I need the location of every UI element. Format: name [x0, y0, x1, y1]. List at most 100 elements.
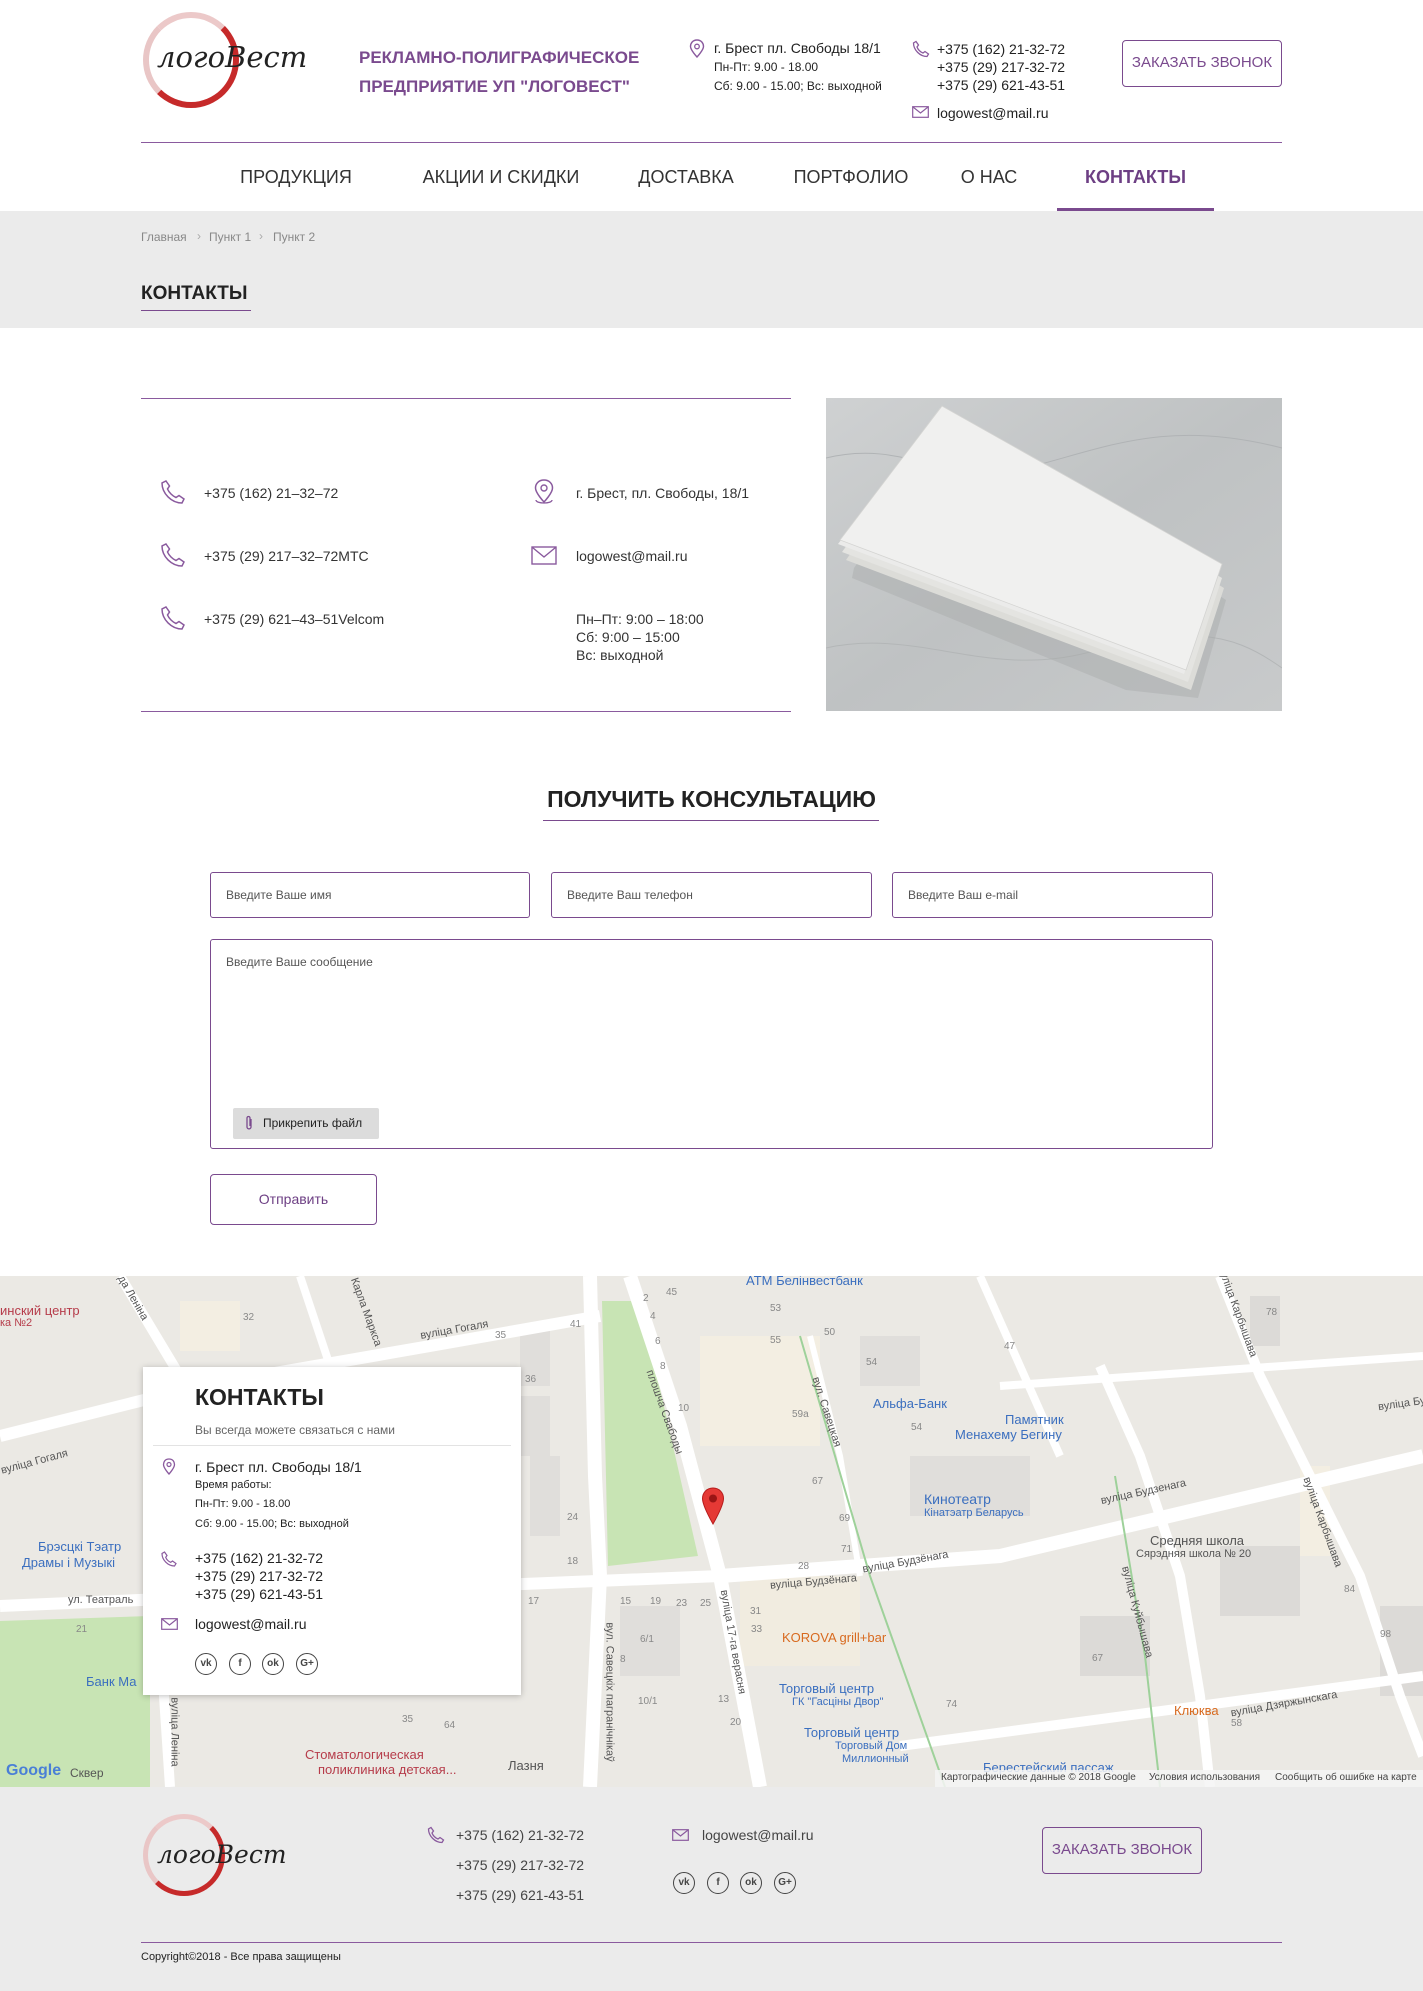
- contact-hours-sunday: Вс: выходной: [576, 647, 664, 663]
- house-number: 84: [1344, 1584, 1356, 1595]
- map-card-phone-2[interactable]: +375 (29) 217-32-72: [195, 1568, 323, 1584]
- page-title-underline: [141, 310, 251, 311]
- phone-input[interactable]: [551, 872, 872, 918]
- map-card-phone-3[interactable]: +375 (29) 621-43-51: [195, 1586, 323, 1602]
- map-label-centre-2: ка №2: [0, 1317, 33, 1329]
- name-input[interactable]: [210, 872, 530, 918]
- map-label-theatre-2: Драмы і Музыкі: [22, 1555, 116, 1570]
- map-card-hours-weekend: Сб: 9.00 - 15.00; Вс: выходной: [195, 1518, 349, 1530]
- house-number: 19: [650, 1596, 662, 1607]
- contact-phone-1[interactable]: +375 (162) 21–32–72: [204, 484, 338, 502]
- map-attribution: Картографические данные © 2018 Google: [941, 1772, 1136, 1783]
- attach-file-button[interactable]: Прикрепить файл: [233, 1108, 379, 1139]
- house-number: 50: [824, 1327, 836, 1338]
- site-header: логоВест РЕКЛАМНО-ПОЛИГРАФИЧЕСКОЕ ПРЕДПР…: [0, 0, 1423, 211]
- house-number: 54: [911, 1422, 923, 1433]
- contact-hours-weekdays: Пн–Пт: 9:00 – 18:00: [576, 611, 704, 627]
- phone-icon: [161, 1551, 177, 1567]
- phone-icon: [912, 40, 930, 58]
- map-card-title: КОНТАКТЫ: [195, 1384, 324, 1410]
- google-plus-icon[interactable]: G+: [296, 1653, 318, 1675]
- footer-phone-1[interactable]: +375 (162) 21-32-72: [456, 1827, 584, 1843]
- footer-divider: [141, 1942, 1282, 1943]
- facebook-icon[interactable]: f: [229, 1653, 251, 1675]
- house-number: 36: [525, 1374, 537, 1385]
- house-number: 4: [650, 1311, 656, 1322]
- footer-phone-3[interactable]: +375 (29) 621-43-51: [456, 1887, 584, 1903]
- header-phone-3[interactable]: +375 (29) 621-43-51: [937, 76, 1065, 94]
- map-label-mall-2c: Миллионный: [842, 1753, 909, 1765]
- header-email[interactable]: logowest@mail.ru: [937, 104, 1048, 122]
- house-number: 54: [866, 1357, 878, 1368]
- map-card-hours-label: Время работы:: [195, 1479, 272, 1491]
- map-terms-link[interactable]: Условия использования: [1149, 1772, 1260, 1783]
- house-number: 6: [655, 1336, 661, 1347]
- house-number: 67: [812, 1476, 824, 1487]
- consultation-title: ПОЛУЧИТЬ КОНСУЛЬТАЦИЮ: [547, 786, 876, 812]
- house-number: 24: [567, 1512, 579, 1523]
- page-title: КОНТАКТЫ: [141, 283, 248, 304]
- business-cards-photo: [826, 398, 1282, 711]
- nav-item-about[interactable]: О НАС: [949, 143, 1029, 211]
- phone-icon: [160, 542, 186, 568]
- logo[interactable]: логоВест: [141, 10, 307, 110]
- phone-icon: [427, 1826, 445, 1844]
- contact-hours-saturday: Сб: 9:00 – 15:00: [576, 629, 680, 645]
- house-number: 25: [700, 1598, 712, 1609]
- facebook-icon[interactable]: f: [707, 1872, 729, 1894]
- map-street-pogran: вул. Савецкіх пагранічнікаў: [603, 1622, 616, 1762]
- map-label-bank: Банк Ма: [86, 1674, 137, 1689]
- submit-button[interactable]: Отправить: [210, 1174, 377, 1225]
- google-plus-icon[interactable]: G+: [774, 1872, 796, 1894]
- contact-phone-3[interactable]: +375 (29) 621–43–51Velcom: [204, 610, 384, 628]
- breadcrumb-item-1[interactable]: Пункт 1: [209, 230, 251, 244]
- footer-phone-2[interactable]: +375 (29) 217-32-72: [456, 1857, 584, 1873]
- mail-icon: [912, 106, 929, 118]
- map-report-link[interactable]: Сообщить об ошибке на карте: [1275, 1772, 1417, 1783]
- contact-email[interactable]: logowest@mail.ru: [576, 547, 687, 565]
- map-marker-icon[interactable]: [701, 1487, 725, 1525]
- order-call-button[interactable]: ЗАКАЗАТЬ ЗВОНОК: [1122, 40, 1282, 87]
- footer-order-call-button[interactable]: ЗАКАЗАТЬ ЗВОНОК: [1042, 1827, 1202, 1874]
- vk-icon[interactable]: vk: [195, 1653, 217, 1675]
- house-number: 20: [730, 1717, 742, 1728]
- breadcrumb-home[interactable]: Главная: [141, 230, 187, 244]
- odnoklassniki-icon[interactable]: ok: [740, 1872, 762, 1894]
- location-pin-icon: [688, 39, 706, 59]
- nav-item-portfolio[interactable]: ПОРТФОЛИО: [776, 143, 926, 211]
- consultation-title-underline: [543, 820, 879, 821]
- house-number: 33: [751, 1624, 763, 1635]
- house-number: 17: [528, 1596, 540, 1607]
- header-address: г. Брест пл. Свободы 18/1: [714, 40, 881, 56]
- header-phone-1[interactable]: +375 (162) 21-32-72: [937, 40, 1065, 58]
- location-pin-icon: [531, 478, 557, 504]
- mail-icon: [672, 1829, 689, 1841]
- nav-item-contacts[interactable]: КОНТАКТЫ: [1057, 143, 1214, 211]
- header-phone-2[interactable]: +375 (29) 217-32-72: [937, 58, 1065, 76]
- house-number: 71: [841, 1544, 853, 1555]
- house-number: 21: [76, 1624, 88, 1635]
- site-footer: логоВест +375 (162) 21-32-72 +375 (29) 2…: [0, 1787, 1423, 1991]
- map-card-phone-1[interactable]: +375 (162) 21-32-72: [195, 1550, 323, 1566]
- house-number: 59a: [792, 1409, 809, 1420]
- email-input[interactable]: [892, 872, 1213, 918]
- map-label-theatre: Брэсцкі Тэатр: [38, 1539, 122, 1554]
- nav-item-delivery[interactable]: ДОСТАВКА: [621, 143, 751, 211]
- house-number: 45: [666, 1287, 678, 1298]
- nav-item-products[interactable]: ПРОДУКЦИЯ: [221, 143, 371, 211]
- map-street-lenina-2: вуліца Леніна: [168, 1697, 181, 1767]
- google-map[interactable]: ATM Белінвестбанк Альфа-Банк Памятник Ме…: [0, 1276, 1423, 1787]
- vk-icon[interactable]: vk: [673, 1872, 695, 1894]
- map-label-mall-2b: Торговый Дом: [835, 1740, 908, 1752]
- map-card-email[interactable]: logowest@mail.ru: [195, 1616, 306, 1632]
- copyright: Copyright©2018 - Все права защищены: [141, 1951, 341, 1963]
- house-number: 64: [444, 1720, 456, 1731]
- house-number: 35: [495, 1330, 507, 1341]
- mail-icon: [531, 546, 557, 572]
- footer-logo-text: логоВест: [157, 1840, 287, 1869]
- footer-email[interactable]: logowest@mail.ru: [702, 1827, 813, 1843]
- odnoklassniki-icon[interactable]: ok: [262, 1653, 284, 1675]
- footer-logo[interactable]: логоВест: [141, 1814, 287, 1899]
- contact-phone-2[interactable]: +375 (29) 217–32–72МТС: [204, 547, 369, 565]
- nav-item-promotions[interactable]: АКЦИИ И СКИДКИ: [401, 143, 601, 211]
